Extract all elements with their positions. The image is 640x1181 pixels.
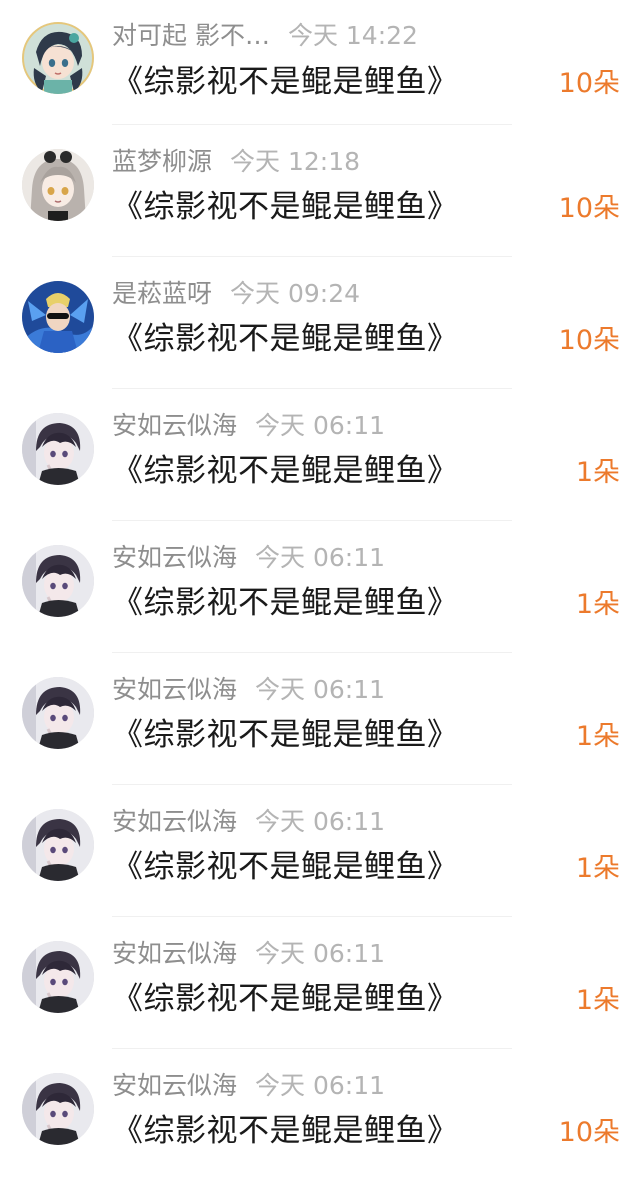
timestamp: 今天 06:11	[255, 1071, 386, 1100]
list-item[interactable]: 安如云似海 今天 06:11 《综影视不是鲲是鲤鱼》 1朵	[0, 917, 640, 1049]
anime-boy-dark-hair-avatar	[22, 677, 94, 749]
flower-count: 1朵	[575, 985, 620, 1016]
username[interactable]: 对可起 影不…	[112, 21, 270, 50]
user-avatar[interactable]	[22, 281, 94, 353]
user-avatar[interactable]	[22, 545, 94, 617]
list-item[interactable]: 对可起 影不… 今天 14:22 《综影视不是鲲是鲤鱼》 10朵	[0, 0, 640, 125]
anime-boy-dark-hair-avatar	[22, 545, 94, 617]
book-title[interactable]: 《综影视不是鲲是鲤鱼》	[112, 62, 459, 102]
username[interactable]: 安如云似海	[112, 675, 237, 704]
flower-count: 1朵	[575, 589, 620, 620]
user-avatar[interactable]	[22, 413, 94, 485]
user-avatar[interactable]	[22, 22, 94, 94]
timestamp: 今天 12:18	[230, 147, 361, 176]
username[interactable]: 是菘蓝呀	[112, 279, 212, 308]
username[interactable]: 安如云似海	[112, 807, 237, 836]
gift-record-list: 对可起 影不… 今天 14:22 《综影视不是鲲是鲤鱼》 10朵 蓝梦柳源 今天 1…	[0, 0, 640, 1181]
book-title[interactable]: 《综影视不是鲲是鲤鱼》	[112, 451, 459, 491]
flower-count: 10朵	[558, 1117, 620, 1148]
timestamp: 今天 06:11	[255, 939, 386, 968]
anime-girl-grey-hair-avatar	[22, 149, 94, 221]
book-title[interactable]: 《综影视不是鲲是鲤鱼》	[112, 187, 459, 227]
anime-girl-teal-hair-avatar	[22, 22, 94, 94]
timestamp: 今天 06:11	[255, 675, 386, 704]
list-item[interactable]: 安如云似海 今天 06:11 《综影视不是鲲是鲤鱼》 10朵	[0, 1049, 640, 1181]
book-title[interactable]: 《综影视不是鲲是鲤鱼》	[112, 583, 459, 623]
list-item[interactable]: 蓝梦柳源 今天 12:18 《综影视不是鲲是鲤鱼》 10朵	[0, 125, 640, 257]
timestamp: 今天 06:11	[255, 543, 386, 572]
anime-boy-dark-hair-avatar	[22, 941, 94, 1013]
book-title[interactable]: 《综影视不是鲲是鲤鱼》	[112, 715, 459, 755]
username[interactable]: 蓝梦柳源	[112, 147, 212, 176]
book-title[interactable]: 《综影视不是鲲是鲤鱼》	[112, 847, 459, 887]
list-item[interactable]: 是菘蓝呀 今天 09:24 《综影视不是鲲是鲤鱼》 10朵	[0, 257, 640, 389]
blue-character-sunglasses-avatar	[22, 281, 94, 353]
list-item[interactable]: 安如云似海 今天 06:11 《综影视不是鲲是鲤鱼》 1朵	[0, 389, 640, 521]
user-avatar[interactable]	[22, 941, 94, 1013]
book-title[interactable]: 《综影视不是鲲是鲤鱼》	[112, 1111, 459, 1151]
timestamp: 今天 06:11	[255, 807, 386, 836]
username[interactable]: 安如云似海	[112, 543, 237, 572]
timestamp: 今天 14:22	[287, 21, 418, 50]
flower-count: 10朵	[558, 68, 620, 99]
flower-count: 10朵	[558, 325, 620, 356]
book-title[interactable]: 《综影视不是鲲是鲤鱼》	[112, 979, 459, 1019]
list-item[interactable]: 安如云似海 今天 06:11 《综影视不是鲲是鲤鱼》 1朵	[0, 521, 640, 653]
user-avatar[interactable]	[22, 677, 94, 749]
flower-count: 1朵	[575, 853, 620, 884]
flower-count: 1朵	[575, 457, 620, 488]
username[interactable]: 安如云似海	[112, 939, 237, 968]
timestamp: 今天 09:24	[230, 279, 361, 308]
user-avatar[interactable]	[22, 809, 94, 881]
list-item[interactable]: 安如云似海 今天 06:11 《综影视不是鲲是鲤鱼》 1朵	[0, 653, 640, 785]
username[interactable]: 安如云似海	[112, 411, 237, 440]
anime-boy-dark-hair-avatar	[22, 413, 94, 485]
username[interactable]: 安如云似海	[112, 1071, 237, 1100]
book-title[interactable]: 《综影视不是鲲是鲤鱼》	[112, 319, 459, 359]
flower-count: 1朵	[575, 721, 620, 752]
flower-count: 10朵	[558, 193, 620, 224]
user-avatar[interactable]	[22, 1073, 94, 1145]
anime-boy-dark-hair-avatar	[22, 1073, 94, 1145]
timestamp: 今天 06:11	[255, 411, 386, 440]
list-item[interactable]: 安如云似海 今天 06:11 《综影视不是鲲是鲤鱼》 1朵	[0, 785, 640, 917]
anime-boy-dark-hair-avatar	[22, 809, 94, 881]
user-avatar[interactable]	[22, 149, 94, 221]
